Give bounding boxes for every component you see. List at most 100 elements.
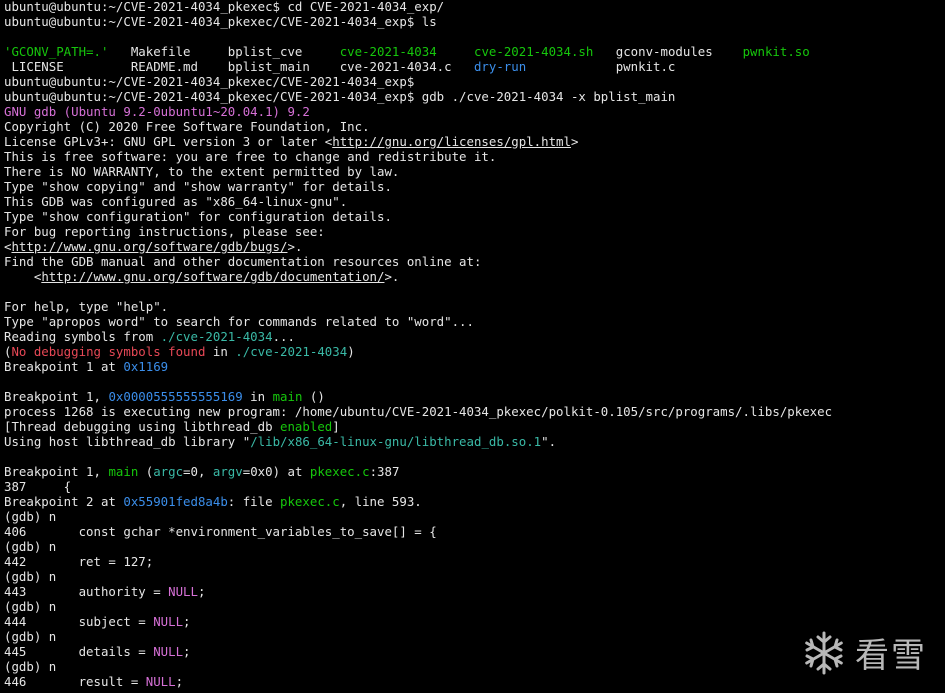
terminal-line: LICENSE README.md bplist_main cve-2021-4… [4, 59, 945, 74]
terminal-text-segment: > [570, 134, 579, 149]
terminal-text-segment: ; [183, 614, 191, 629]
terminal-text-segment: cve-2021-4034 [339, 44, 437, 59]
terminal-line: [Thread debugging using libthread_db ena… [4, 419, 945, 434]
terminal-line: Breakpoint 1, main (argc=0, argv=0x0) at… [4, 464, 945, 479]
terminal-line: Type "show copying" and "show warranty" … [4, 179, 945, 194]
terminal-text-segment: For bug reporting instructions, please s… [4, 224, 325, 239]
terminal-line: 387 { [4, 479, 945, 494]
terminal-text-segment: (gdb) n [4, 659, 57, 674]
terminal-text-segment: =0x0) at [242, 464, 310, 479]
terminal-line: Breakpoint 1, 0x0000555555555169 in main… [4, 389, 945, 404]
terminal-line: ubuntu@ubuntu:~/CVE-2021-4034_pkexec/CVE… [4, 14, 945, 29]
terminal-text-segment: ./cve-2021-4034 [160, 329, 273, 344]
terminal-link[interactable]: http://www.gnu.org/software/gdb/document… [41, 269, 384, 284]
terminal-text-segment: ./cve-2021-4034 [235, 344, 348, 359]
terminal-line: Type "apropos word" to search for comman… [4, 314, 945, 329]
terminal-text-segment: ". [541, 434, 557, 449]
watermark: 看雪 [801, 628, 927, 677]
terminal-text-segment: process 1268 is executing new program: /… [4, 404, 833, 419]
terminal-line: Reading symbols from ./cve-2021-4034... [4, 329, 945, 344]
terminal-text-segment: This GDB was configured as "x86_64-linux… [4, 194, 348, 209]
terminal-text-segment: ubuntu@ubuntu:~/CVE-2021-4034_pkexec/CVE… [4, 74, 415, 89]
terminal-text-segment: ; [183, 644, 191, 659]
terminal-text-segment: dry-run [473, 59, 527, 74]
terminal-text-segment: 444 subject = [4, 614, 154, 629]
terminal-line: Breakpoint 2 at 0x55901fed8a4b: file pke… [4, 494, 945, 509]
terminal-text-segment: =0, [183, 464, 213, 479]
terminal-text-segment: Breakpoint 1, [4, 389, 109, 404]
terminal-text-segment: main [272, 389, 303, 404]
terminal-text-segment: ( [138, 464, 154, 479]
terminal-line: This is free software: you are free to c… [4, 149, 945, 164]
terminal-line: Using host libthread_db library "/lib/x8… [4, 434, 945, 449]
terminal-link[interactable]: http://gnu.org/licenses/gpl.html [332, 134, 571, 149]
terminal-text-segment: pwnkit.c [526, 59, 676, 74]
terminal-text-segment: Type "show copying" and "show warranty" … [4, 179, 392, 194]
terminal-line: ubuntu@ubuntu:~/CVE-2021-4034_pkexec/CVE… [4, 74, 945, 89]
terminal-text-segment: 0x1169 [123, 359, 169, 374]
terminal-output[interactable]: ubuntu@ubuntu:~/CVE-2021-4034_pkexec$ cd… [4, 0, 945, 693]
terminal-line: <http://www.gnu.org/software/gdb/bugs/>. [4, 239, 945, 254]
terminal-text-segment: ubuntu@ubuntu:~/CVE-2021-4034_pkexec/CVE… [4, 89, 676, 104]
terminal-line: ubuntu@ubuntu:~/CVE-2021-4034_pkexec$ cd… [4, 0, 945, 14]
terminal-text-segment: There is NO WARRANTY, to the extent perm… [4, 164, 400, 179]
terminal-text-segment: ; [197, 584, 206, 599]
terminal-text-segment: in [242, 389, 273, 404]
terminal-line: process 1268 is executing new program: /… [4, 404, 945, 419]
terminal-text-segment: in [205, 344, 236, 359]
terminal-text-segment: Copyright (C) 2020 Free Software Foundat… [4, 119, 370, 134]
terminal-text-segment: Makefile bplist_cve [108, 44, 340, 59]
terminal-text-segment: LICENSE README.md bplist_main cve-2021-4… [4, 59, 474, 74]
terminal-text-segment: main [108, 464, 139, 479]
terminal-line: (gdb) n [4, 539, 945, 554]
terminal-line: (gdb) n [4, 599, 945, 614]
terminal-text-segment: pwnkit.so [742, 44, 810, 59]
terminal-text-segment: NULL [168, 584, 198, 599]
terminal-text-segment: ubuntu@ubuntu:~/CVE-2021-4034_pkexec$ cd… [4, 0, 445, 14]
terminal-text-segment: NULL [153, 614, 184, 629]
terminal-text-segment: 406 const gchar *environment_variables_t… [4, 524, 437, 539]
terminal-text-segment: For help, type "help". [4, 299, 169, 314]
terminal-text-segment: Breakpoint 1 at [4, 359, 124, 374]
terminal-text-segment: argc [153, 464, 184, 479]
terminal-text-segment: (gdb) n [4, 629, 57, 644]
terminal-text-segment: 442 ret = 127; [4, 554, 154, 569]
terminal-text-segment: 'GCONV_PATH=.' [4, 44, 109, 59]
terminal-line: (gdb) n [4, 509, 945, 524]
terminal-text-segment: Reading symbols from [4, 329, 161, 344]
terminal-text-segment: Type "apropos word" to search for comman… [4, 314, 474, 329]
terminal-line: GNU gdb (Ubuntu 9.2-0ubuntu1~20.04.1) 9.… [4, 104, 945, 119]
terminal-text-segment: License GPLv3+: GNU GPL version 3 or lat… [4, 134, 333, 149]
watermark-text: 看雪 [855, 636, 927, 676]
terminal-text-segment: This is free software: you are free to c… [4, 149, 497, 164]
terminal-text-segment: pkexec.c [309, 464, 370, 479]
terminal-text-segment: < [4, 269, 42, 284]
terminal-text-segment: (gdb) n [4, 599, 57, 614]
terminal-text-segment: NULL [145, 674, 176, 689]
terminal-text-segment: enabled [280, 419, 333, 434]
terminal-text-segment: >. [384, 269, 400, 284]
snowflake-icon [805, 631, 843, 674]
terminal-text-segment: Using host libthread_db library " [4, 434, 251, 449]
terminal-line: 443 authority = NULL; [4, 584, 945, 599]
terminal-line: 406 const gchar *environment_variables_t… [4, 524, 945, 539]
terminal-text-segment: (gdb) n [4, 509, 57, 524]
terminal-line: Find the GDB manual and other documentat… [4, 254, 945, 269]
terminal-text-segment: 445 details = [4, 644, 154, 659]
terminal-text-segment: Breakpoint 1, [4, 464, 109, 479]
terminal-line: 'GCONV_PATH=.' Makefile bplist_cve cve-2… [4, 44, 945, 59]
terminal-text-segment: cve-2021-4034.sh [474, 44, 594, 59]
terminal-text-segment: 387 { [4, 479, 72, 494]
terminal-text-segment: Type "show configuration" for configurat… [4, 209, 392, 224]
terminal-text-segment: ubuntu@ubuntu:~/CVE-2021-4034_pkexec/CVE… [4, 14, 437, 29]
terminal-text-segment: Find the GDB manual and other documentat… [4, 254, 482, 269]
terminal-text-segment: 443 authority = [4, 584, 169, 599]
terminal-text-segment: , line 593. [339, 494, 422, 509]
terminal-text-segment: /lib/x86_64-linux-gnu/libthread_db.so.1 [250, 434, 542, 449]
terminal-link[interactable]: http://www.gnu.org/software/gdb/bugs/ [11, 239, 287, 254]
terminal-text-segment: ... [272, 329, 295, 344]
terminal-text-segment: gconv-modules [593, 44, 743, 59]
